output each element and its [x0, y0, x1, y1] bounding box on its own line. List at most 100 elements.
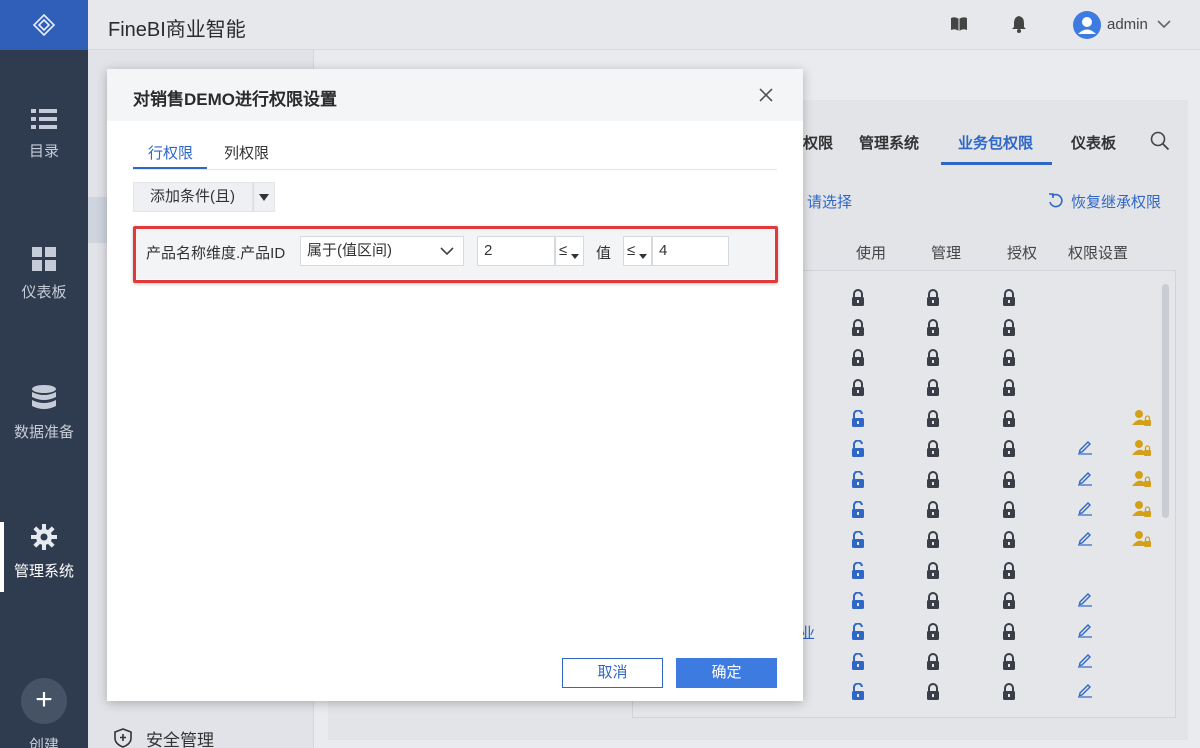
lock-open-icon[interactable] [851, 683, 865, 700]
lock-icon[interactable] [851, 349, 865, 366]
edit-icon[interactable] [1077, 591, 1093, 607]
lock-icon[interactable] [926, 683, 940, 700]
create-label: 创建 [28, 737, 59, 748]
close-icon[interactable] [757, 86, 775, 104]
user-lock-icon[interactable] [1132, 469, 1152, 489]
lock-icon[interactable] [1002, 349, 1016, 366]
lock-icon[interactable] [926, 289, 940, 306]
edit-icon[interactable] [1077, 439, 1093, 455]
lock-open-icon[interactable] [851, 531, 865, 548]
lock-icon[interactable] [1002, 623, 1016, 640]
sidebar-item-security[interactable]: 安全管理 [146, 726, 214, 748]
rail-item-label: 目录 [28, 143, 59, 160]
lock-icon[interactable] [926, 349, 940, 366]
lock-open-icon[interactable] [851, 440, 865, 457]
lock-icon[interactable] [926, 379, 940, 396]
edit-icon[interactable] [1077, 500, 1093, 516]
lock-icon[interactable] [1002, 289, 1016, 306]
column-header-grant: 授权 [1007, 245, 1038, 262]
lock-icon[interactable] [1002, 379, 1016, 396]
edit-icon[interactable] [1077, 652, 1093, 668]
add-condition-button[interactable]: 添加条件(且) [133, 182, 253, 212]
confirm-button[interactable]: 确定 [676, 658, 777, 688]
left-nav-rail: 目录 仪表板 数据准备 管理系统 + 创建 [0, 0, 88, 748]
lock-icon[interactable] [926, 319, 940, 336]
user-lock-icon[interactable] [1132, 438, 1152, 458]
edit-icon[interactable] [1077, 530, 1093, 546]
lock-open-icon[interactable] [851, 562, 865, 579]
lock-icon[interactable] [1002, 501, 1016, 518]
rail-item-data-prep[interactable]: 数据准备 [0, 385, 88, 442]
lock-icon[interactable] [1002, 410, 1016, 427]
restore-icon[interactable] [1048, 193, 1064, 209]
lock-open-icon[interactable] [851, 592, 865, 609]
tab-management[interactable]: 管理系统 [859, 132, 919, 153]
avatar[interactable] [1073, 11, 1101, 39]
lock-icon[interactable] [926, 592, 940, 609]
lock-icon[interactable] [926, 531, 940, 548]
lock-icon[interactable] [926, 471, 940, 488]
edit-icon[interactable] [1077, 622, 1093, 638]
user-icon [1078, 17, 1096, 34]
tab-active-underline [941, 162, 1052, 165]
app-title: FineBI商业智能 [108, 19, 246, 41]
search-icon[interactable] [1150, 131, 1170, 151]
lock-open-icon[interactable] [851, 471, 865, 488]
lock-icon[interactable] [926, 562, 940, 579]
shield-icon [114, 728, 132, 748]
tab-package-permission[interactable]: 业务包权限 [958, 132, 1033, 153]
rail-item-catalog[interactable]: 目录 [0, 108, 88, 161]
lock-icon[interactable] [1002, 653, 1016, 670]
lock-icon[interactable] [851, 379, 865, 396]
lock-icon[interactable] [1002, 440, 1016, 457]
logo-icon [32, 13, 56, 37]
lock-open-icon[interactable] [851, 501, 865, 518]
user-name[interactable]: admin [1107, 16, 1148, 33]
app-logo[interactable] [0, 0, 88, 50]
lock-icon[interactable] [1002, 531, 1016, 548]
lock-icon[interactable] [1002, 471, 1016, 488]
lock-open-icon[interactable] [851, 410, 865, 427]
tab-permission[interactable]: 权限 [803, 132, 833, 153]
add-condition-dropdown[interactable] [253, 182, 275, 212]
column-header-manage: 管理 [931, 245, 962, 262]
edit-icon[interactable] [1077, 682, 1093, 698]
book-icon[interactable] [950, 15, 968, 33]
database-icon [32, 385, 56, 409]
top-header: FineBI商业智能 admin [88, 0, 1200, 50]
lock-icon[interactable] [926, 653, 940, 670]
cancel-button[interactable]: 取消 [562, 658, 663, 688]
lock-icon[interactable] [926, 440, 940, 457]
tab-column-permission[interactable]: 列权限 [224, 142, 269, 163]
edit-icon[interactable] [1077, 470, 1093, 486]
bell-icon[interactable] [1011, 15, 1027, 33]
rail-item-dashboard[interactable]: 仪表板 [0, 247, 88, 302]
lock-open-icon[interactable] [851, 653, 865, 670]
list-icon [31, 109, 57, 129]
lock-icon[interactable] [926, 623, 940, 640]
chevron-down-icon[interactable] [1157, 19, 1171, 29]
table-scrollbar[interactable] [1162, 284, 1169, 518]
lock-icon[interactable] [1002, 562, 1016, 579]
create-button[interactable]: + [21, 678, 67, 724]
rail-item-label: 管理系统 [13, 563, 74, 580]
lock-icon[interactable] [1002, 592, 1016, 609]
lock-icon[interactable] [851, 289, 865, 306]
tab-row-permission[interactable]: 行权限 [148, 142, 193, 163]
lock-icon[interactable] [1002, 683, 1016, 700]
permission-dialog: 对销售DEMO进行权限设置 行权限 列权限 添加条件(且) [107, 69, 803, 701]
lock-icon[interactable] [851, 319, 865, 336]
tab-dashboard[interactable]: 仪表板 [1071, 132, 1116, 153]
rail-item-management[interactable]: 管理系统 [0, 524, 88, 581]
lock-icon[interactable] [926, 410, 940, 427]
user-lock-icon[interactable] [1132, 499, 1152, 519]
lock-icon[interactable] [926, 501, 940, 518]
dialog-title: 对销售DEMO进行权限设置 [133, 90, 337, 109]
select-placeholder[interactable]: 请选择 [807, 191, 852, 212]
lock-open-icon[interactable] [851, 623, 865, 640]
side-selection-marker [88, 197, 107, 243]
restore-inherit-button[interactable]: 恢复继承权限 [1071, 191, 1161, 212]
lock-icon[interactable] [1002, 319, 1016, 336]
user-lock-icon[interactable] [1132, 529, 1152, 549]
user-lock-icon[interactable] [1132, 408, 1152, 428]
